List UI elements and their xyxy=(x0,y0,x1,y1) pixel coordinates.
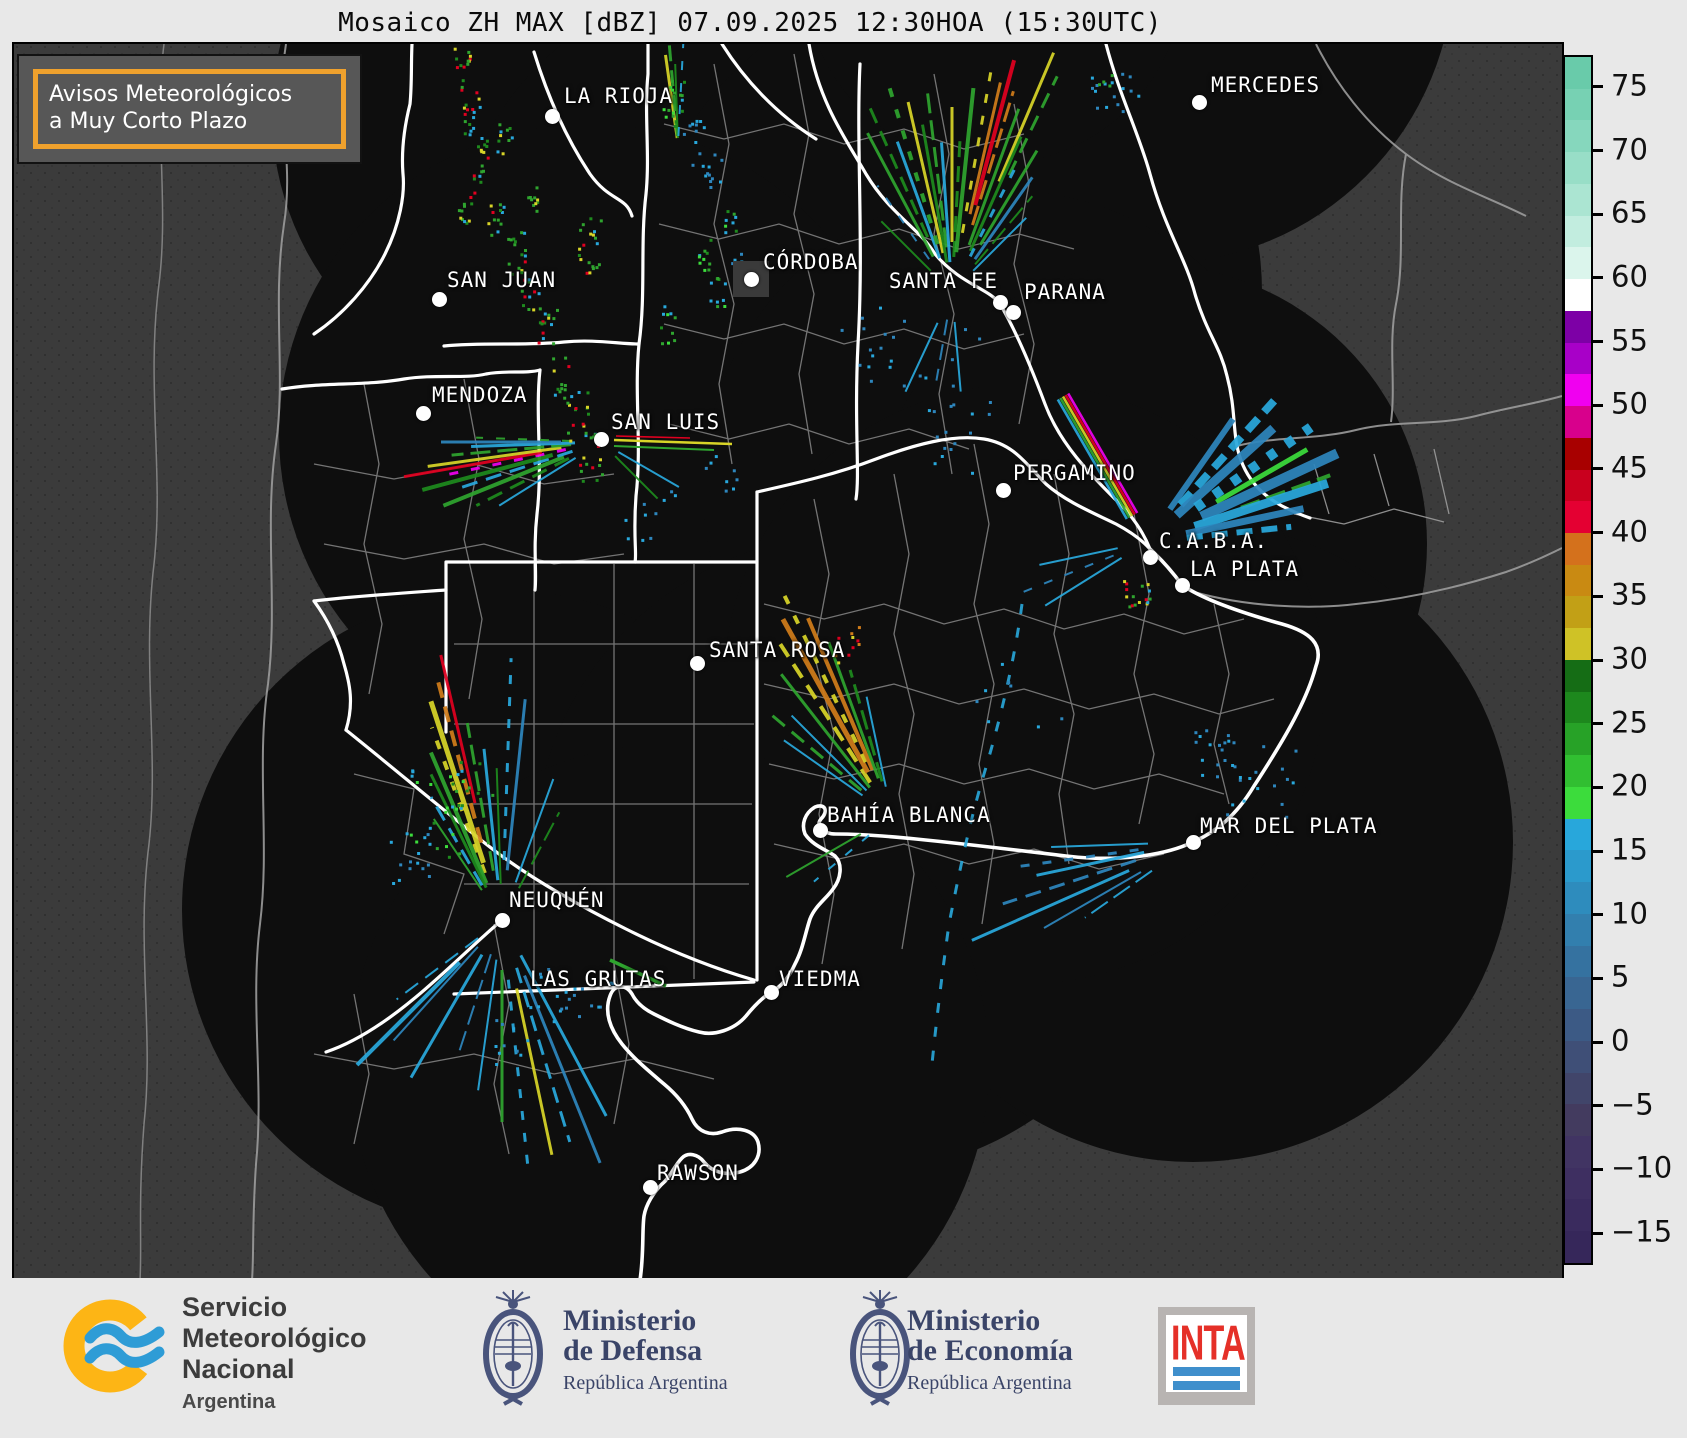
economia-subtitle: República Argentina xyxy=(907,1372,1073,1395)
colorbar-tick xyxy=(1593,404,1603,407)
inta-bar-bottom xyxy=(1173,1381,1240,1390)
defensa-title1: Ministerio xyxy=(563,1306,728,1336)
colorbar-tick-label: −15 xyxy=(1611,1215,1672,1249)
colorbar-tick-label: 35 xyxy=(1611,578,1648,612)
radar-mosaic-page: Mosaico ZH MAX [dBZ] 07.09.2025 12:30HOA… xyxy=(0,0,1687,1438)
colorbar-tick xyxy=(1593,595,1603,598)
colorbar-tick xyxy=(1593,149,1603,152)
basemap-svg xyxy=(14,44,1562,1280)
smn-line1: Servicio xyxy=(182,1292,367,1323)
colorbar-tick xyxy=(1593,913,1603,916)
colorbar-tick-label: 30 xyxy=(1611,642,1648,676)
alert-banner-border: Avisos Meteorológicos a Muy Corto Plazo xyxy=(33,69,346,149)
colorbar-tick xyxy=(1593,213,1603,216)
colorbar-tick xyxy=(1593,1041,1603,1044)
smn-country: Argentina xyxy=(182,1391,367,1414)
colorbar-tick-label: 45 xyxy=(1611,451,1648,485)
radar-map: MERCEDESLA RIOJASAN JUANCÓRDOBASANTA FEP… xyxy=(12,42,1564,1282)
colorbar-tick xyxy=(1593,276,1603,279)
colorbar-tick xyxy=(1593,531,1603,534)
alert-banner: Avisos Meteorológicos a Muy Corto Plazo xyxy=(17,54,362,164)
colorbar-tick xyxy=(1593,722,1603,725)
economia-title2: de Economía xyxy=(907,1336,1073,1366)
colorbar-tick xyxy=(1593,1168,1603,1171)
colorbar-tick-label: 55 xyxy=(1611,323,1648,357)
colorbar-tick xyxy=(1593,977,1603,980)
alert-banner-line2: a Muy Corto Plazo xyxy=(49,109,341,136)
colorbar-tick-label: 65 xyxy=(1611,196,1648,230)
colorbar-tick-label: 15 xyxy=(1611,833,1648,867)
economia-title1: Ministerio xyxy=(907,1306,1073,1336)
smn-line3: Nacional xyxy=(182,1354,367,1385)
colorbar-tick xyxy=(1593,85,1603,88)
economia-text: Ministerio de Economía República Argenti… xyxy=(907,1306,1073,1395)
defensa-text: Ministerio de Defensa República Argentin… xyxy=(563,1306,728,1395)
inta-logo: INTA xyxy=(1158,1307,1255,1405)
colorbar-scale xyxy=(1563,55,1593,1265)
colorbar-tick-label: 20 xyxy=(1611,769,1648,803)
colorbar-tick-label: −10 xyxy=(1611,1151,1672,1185)
smn-logo-icon xyxy=(60,1290,170,1402)
colorbar-tick-label: 5 xyxy=(1611,960,1629,994)
inta-bar-top xyxy=(1173,1367,1240,1376)
colorbar-tick-label: 25 xyxy=(1611,705,1648,739)
footer: Servicio Meteorológico Nacional Argentin… xyxy=(0,1278,1687,1438)
colorbar-tick-label: 40 xyxy=(1611,514,1648,548)
economia-coat-of-arms-icon xyxy=(845,1288,915,1412)
page-title: Mosaico ZH MAX [dBZ] 07.09.2025 12:30HOA… xyxy=(0,8,1500,38)
alert-banner-line1: Avisos Meteorológicos xyxy=(49,82,341,109)
colorbar-tick xyxy=(1593,850,1603,853)
smn-wordmark: Servicio Meteorológico Nacional Argentin… xyxy=(182,1292,367,1414)
colorbar-tick-label: 50 xyxy=(1611,387,1648,421)
dbz-colorbar: 757065605550454035302520151050−5−10−15 xyxy=(1563,55,1687,1265)
colorbar-tick xyxy=(1593,467,1603,470)
colorbar-tick xyxy=(1593,659,1603,662)
colorbar-tick xyxy=(1593,1232,1603,1235)
colorbar-tick xyxy=(1593,786,1603,789)
defensa-coat-of-arms-icon xyxy=(478,1288,548,1412)
colorbar-tick-label: 70 xyxy=(1611,132,1648,166)
defensa-subtitle: República Argentina xyxy=(563,1372,728,1395)
colorbar-tick-label: 60 xyxy=(1611,260,1648,294)
colorbar-tick xyxy=(1593,1104,1603,1107)
inta-wordmark: INTA xyxy=(1171,1318,1227,1367)
colorbar-tick-label: −5 xyxy=(1611,1087,1654,1121)
defensa-title2: de Defensa xyxy=(563,1336,728,1366)
colorbar-tick-label: 0 xyxy=(1611,1024,1629,1058)
colorbar-tick-label: 75 xyxy=(1611,68,1648,102)
smn-line2: Meteorológico xyxy=(182,1323,367,1354)
colorbar-tick-label: 10 xyxy=(1611,896,1648,930)
inta-logo-inner: INTA xyxy=(1166,1315,1247,1392)
colorbar-tick xyxy=(1593,340,1603,343)
